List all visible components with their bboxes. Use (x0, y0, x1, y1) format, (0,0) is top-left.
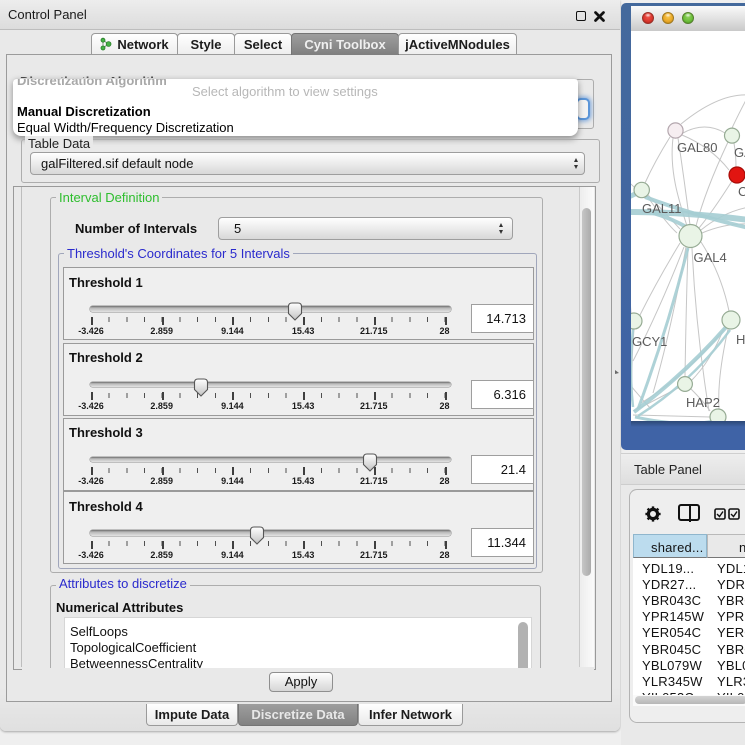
svg-text:GAL4: GAL4 (694, 250, 727, 265)
svg-text:CY: CY (738, 184, 745, 199)
svg-text:GCY1: GCY1 (632, 334, 667, 349)
svg-text:HAP2: HAP2 (686, 395, 720, 410)
svg-text:GAL11: GAL11 (642, 201, 682, 216)
svg-text:GA: GA (734, 145, 745, 160)
svg-text:HI: HI (736, 332, 745, 347)
svg-text:GAL80: GAL80 (677, 140, 717, 155)
